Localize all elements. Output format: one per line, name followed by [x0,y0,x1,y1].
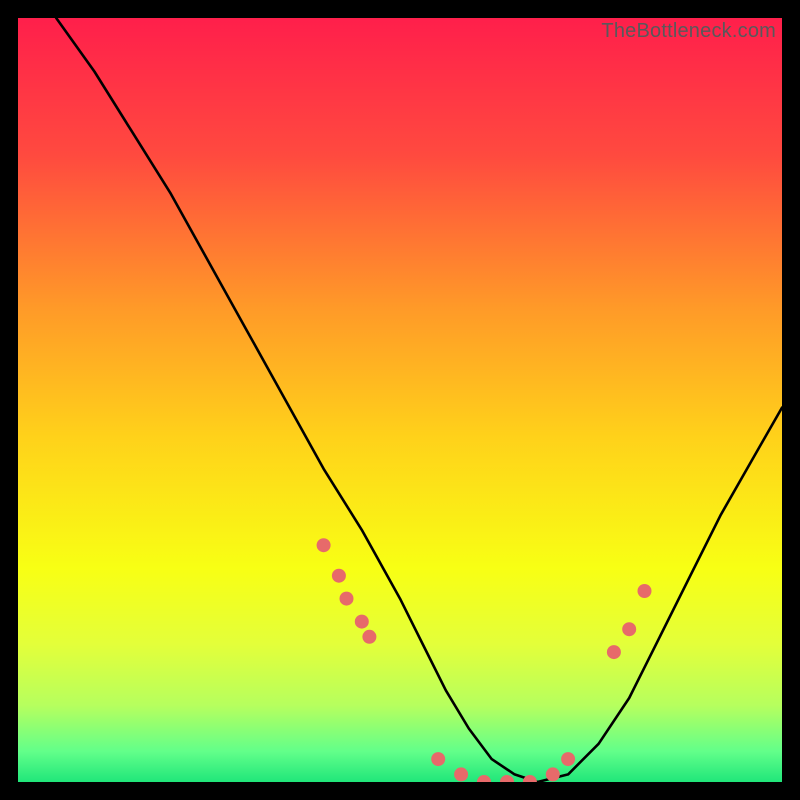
chart-frame: TheBottleneck.com [18,18,782,782]
marker-point [607,645,621,659]
marker-point [546,767,560,781]
chart-svg [18,18,782,782]
marker-point [340,592,354,606]
marker-point [638,584,652,598]
watermark-text: TheBottleneck.com [601,20,776,43]
marker-point [332,569,346,583]
marker-point [622,622,636,636]
marker-point [431,752,445,766]
marker-point [317,538,331,552]
marker-point [454,767,468,781]
marker-point [561,752,575,766]
marker-point [355,615,369,629]
marker-point [362,630,376,644]
